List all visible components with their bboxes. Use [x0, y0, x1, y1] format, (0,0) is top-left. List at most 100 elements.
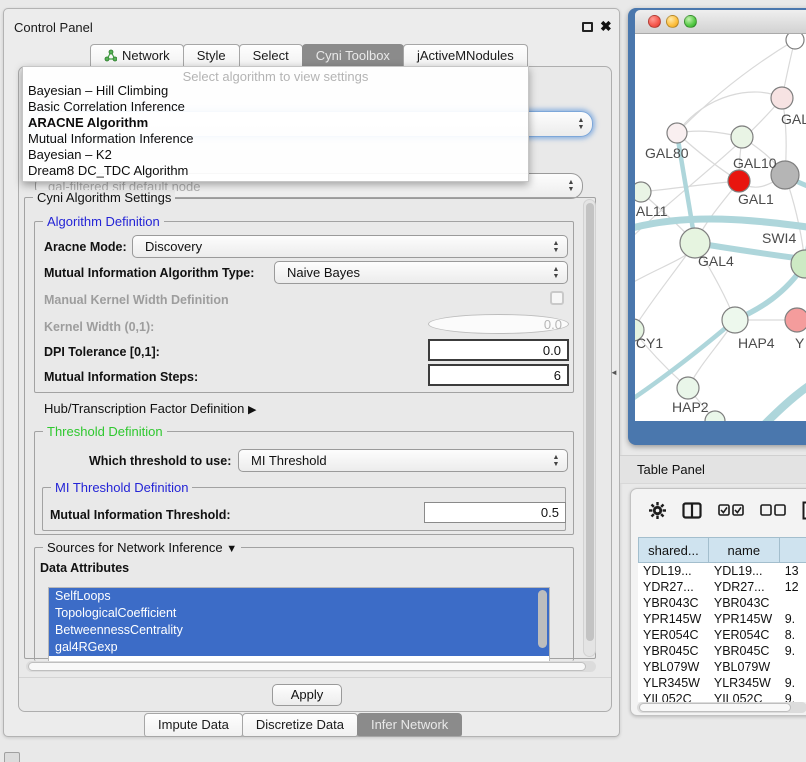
table-cell: 8. [780, 627, 806, 643]
algorithm-option[interactable]: Basic Correlation Inference [23, 99, 528, 115]
algorithm-prompt: Select algorithm to view settings [23, 67, 528, 83]
table-row[interactable]: YER054CYER054C8. [638, 627, 806, 643]
table-cell [780, 659, 806, 675]
close-icon[interactable]: ✖ [600, 18, 612, 35]
table-panel-title: Table Panel [637, 462, 705, 477]
zoom-traffic-light-icon[interactable] [684, 15, 697, 28]
table-cell: YBR045C [709, 643, 780, 659]
network-canvas[interactable]: GALGAL80GAL10GAL1GAL11GAL4SWI4HAP4YGCY1H… [635, 34, 806, 421]
network-node[interactable] [771, 87, 793, 109]
node-label: GAL10 [733, 155, 777, 171]
mi-steps-input[interactable]: 6 [428, 364, 569, 386]
table-row[interactable]: YBR045CYBR045C9. [638, 643, 806, 659]
attributes-scrollbar[interactable] [538, 590, 547, 660]
mi-threshold-legend: MI Threshold Definition [51, 480, 192, 495]
control-panel-window: Control Panel ✖ NetworkStyleSelectCyni T… [3, 8, 620, 737]
table-row[interactable]: YPR145WYPR145W9. [638, 611, 806, 627]
table-panel-header: Table Panel [620, 455, 806, 484]
data-attributes-list[interactable]: SelfLoopsTopologicalCoefficientBetweenne… [48, 587, 550, 666]
expander-down-icon: ▼ [226, 543, 237, 555]
table-cell: YIL052C [709, 691, 780, 702]
column-header[interactable]: shared... [638, 537, 709, 563]
table-cell: YDR27... [709, 579, 780, 595]
algorithm-option[interactable]: ARACNE Algorithm [23, 115, 528, 131]
hub-factor-expander[interactable]: Hub/Transcription Factor Definition ▶ [44, 401, 256, 416]
node-label: HAP2 [672, 399, 709, 415]
attribute-list-item[interactable]: SelfLoops [49, 588, 549, 605]
settings-horizontal-scrollbar[interactable] [26, 661, 596, 672]
table-cell: YBR043C [638, 595, 709, 611]
split-columns-icon[interactable] [682, 502, 702, 524]
table-cell: 9. [780, 691, 806, 702]
manual-kernel-width-checkbox[interactable] [550, 291, 564, 305]
tab-discretize-data[interactable]: Discretize Data [242, 713, 358, 737]
tab-label: Discretize Data [256, 717, 344, 732]
threshold-definition-legend: Threshold Definition [43, 424, 167, 439]
tab-select[interactable]: Select [239, 44, 303, 67]
table-row[interactable]: YBR043CYBR043C [638, 595, 806, 611]
attribute-list-item[interactable]: TopologicalCoefficient [49, 605, 549, 622]
aracne-mode-combo[interactable]: Discovery ▲▼ [132, 235, 568, 258]
node-label: GAL11 [635, 203, 668, 219]
table-cell: YDR27... [638, 579, 709, 595]
table-row[interactable]: YDR27...YDR27...12 [638, 579, 806, 595]
network-node[interactable] [722, 307, 748, 333]
attribute-list-item[interactable]: gal4RGexp [49, 639, 549, 656]
new-table-icon[interactable] [802, 501, 806, 525]
node-label: SWI4 [762, 230, 796, 246]
tab-label: Impute Data [158, 717, 229, 732]
network-node[interactable] [791, 250, 806, 278]
node-label: GAL4 [698, 253, 734, 269]
network-node[interactable] [677, 377, 699, 399]
show-checked-columns-icon[interactable] [718, 504, 744, 522]
sources-legend[interactable]: Sources for Network Inference ▼ [43, 540, 241, 555]
table-row[interactable]: YDL19...YDL19...13 [638, 563, 806, 579]
algorithm-option[interactable]: Bayesian – K2 [23, 147, 528, 163]
column-header[interactable]: name [709, 537, 780, 563]
tab-impute-data[interactable]: Impute Data [144, 713, 243, 737]
network-node[interactable] [635, 182, 651, 202]
mi-threshold-label: Mutual Information Threshold: [50, 508, 231, 522]
partial-window-icon [4, 752, 20, 762]
network-node[interactable] [786, 34, 804, 49]
attribute-list-item[interactable]: BetweennessCentrality [49, 622, 549, 639]
tab-jactivemnodules[interactable]: jActiveMNodules [403, 44, 528, 67]
network-window-titlebar[interactable] [635, 10, 806, 34]
tab-infer-network[interactable]: Infer Network [357, 713, 462, 737]
apply-button[interactable]: Apply [272, 684, 342, 706]
table-cell: YBL079W [638, 659, 709, 675]
node-table[interactable]: shared...name YDL19...YDL19...13YDR27...… [638, 537, 806, 563]
dpi-tolerance-input[interactable]: 0.0 [428, 339, 569, 361]
table-cell: YBR043C [709, 595, 780, 611]
which-threshold-combo[interactable]: MI Threshold ▲▼ [238, 449, 568, 472]
network-node[interactable] [731, 126, 753, 148]
manual-kernel-width-label: Manual Kernel Width Definition [44, 293, 229, 307]
table-cell: 9. [780, 675, 806, 691]
mi-threshold-input[interactable]: 0.5 [424, 502, 566, 523]
column-header[interactable] [780, 537, 806, 563]
mi-algorithm-type-combo[interactable]: Naive Bayes ▲▼ [274, 261, 568, 284]
algorithm-option[interactable]: Mutual Information Inference [23, 131, 528, 147]
table-horizontal-scrollbar[interactable] [637, 702, 806, 713]
cyni-settings-legend: Cyni Algorithm Settings [33, 190, 175, 205]
network-node[interactable] [785, 308, 806, 332]
gear-icon[interactable] [649, 502, 666, 524]
network-node[interactable] [667, 123, 687, 143]
settings-vertical-scrollbar[interactable] [583, 199, 596, 657]
table-row[interactable]: YBL079WYBL079W [638, 659, 806, 675]
algorithm-option[interactable]: Dream8 DC_TDC Algorithm [23, 163, 528, 179]
panel-splitter-arrow[interactable]: ◄ [610, 368, 618, 377]
table-row[interactable]: YIL052CYIL052C9. [638, 691, 806, 702]
close-traffic-light-icon[interactable] [648, 15, 661, 28]
network-node[interactable] [728, 170, 750, 192]
tab-cyni-toolbox[interactable]: Cyni Toolbox [302, 44, 404, 67]
tab-network[interactable]: Network [90, 44, 184, 67]
kernel-width-input[interactable]: 0.0 [428, 314, 569, 334]
table-row[interactable]: YLR345WYLR345W9. [638, 675, 806, 691]
tab-style[interactable]: Style [183, 44, 240, 67]
algorithm-option[interactable]: Bayesian – Hill Climbing [23, 83, 528, 99]
hide-unchecked-columns-icon[interactable] [760, 504, 786, 522]
float-window-icon[interactable] [582, 22, 593, 32]
node-label: GAL80 [645, 145, 689, 161]
minimize-traffic-light-icon[interactable] [666, 15, 679, 28]
